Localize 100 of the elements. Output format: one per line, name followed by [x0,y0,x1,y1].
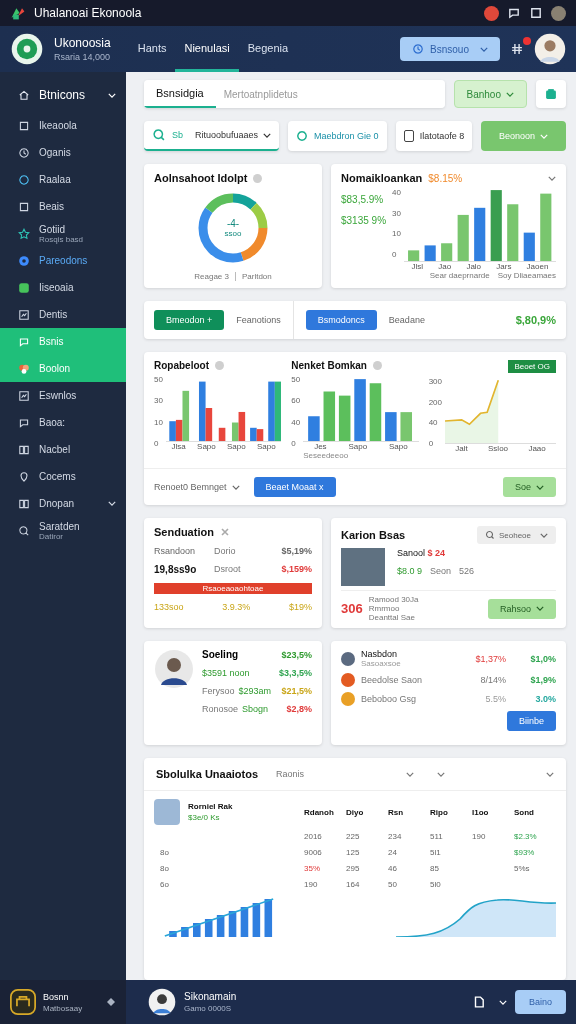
sidebar-item[interactable]: Beais [0,193,126,220]
sidebar-item[interactable]: Oganis [0,139,126,166]
chart-icon [18,308,30,321]
row-label: 6o [160,880,169,889]
footer-subtitle: Matbosaay [43,1003,83,1013]
card-title: Nomaikloankan [341,172,423,184]
circle-icon [18,254,30,267]
row-label: Ferysoo [202,686,235,696]
range-dropdown[interactable]: Renoet0 Bemnget [154,482,240,492]
avatar-icon[interactable] [148,988,176,1016]
column-header: Rsn [388,807,405,817]
search-dropdown[interactable]: Seoheoe [476,526,556,544]
sidebar-item[interactable]: Baoa: [0,409,126,436]
nav-tab[interactable]: Hants [128,26,176,72]
star-icon [18,227,30,240]
table-cell-text: 50 [388,880,398,889]
product-thumbnail [154,799,180,825]
item-value: $1,0% [529,653,556,664]
checkbox-label: Ilatotaofe 8 [419,131,465,141]
table-cell-text: 190 [472,832,487,841]
table-cell-text: 35% [304,864,321,873]
axis-label: 0 [392,249,398,259]
axis-label: 50 [154,375,163,384]
axis-label: Sapo [257,442,276,451]
avatar-icon[interactable] [534,33,566,65]
sidebar-item[interactable]: Pareodons [0,247,126,274]
search-field[interactable]: Mertoatnplidetus [215,80,445,108]
search-tab[interactable]: Bsnsidgia [144,80,216,108]
book-icon [18,497,30,510]
primary-button[interactable]: Bmeodon + [154,310,225,330]
square-icon[interactable] [529,6,543,20]
axis-label: 200 [428,397,442,407]
row-detail: Sbogn [242,704,269,714]
primary-button[interactable]: Beaet Moaat x [253,477,336,497]
table-cell-text: 295 [346,864,361,873]
action-button[interactable]: Baino [514,990,566,1014]
row-label: Ronosoe [202,704,239,714]
app-title: Uhalanoai Ekonoola [34,6,142,20]
change-value: $1,37% [474,653,506,664]
axis-label: 40 [428,418,439,428]
change-value: $8.15% [428,172,463,184]
sidebar-item[interactable]: Iiseoaia [0,274,126,301]
secondary-button[interactable]: Soe [503,477,556,497]
table-cell-text: $93% [514,848,536,857]
avatar-icon [154,649,194,689]
axis-label: Jlsa [171,442,186,451]
nav-tab[interactable]: Begenia [238,26,298,72]
table-cell-text: 234 [388,832,403,841]
axis-label: Jlsl [411,262,424,271]
filter-label[interactable]: Raonis [276,769,305,779]
filter-button[interactable]: Banhoo [453,80,527,108]
chart-title: Ropabeloot [154,360,209,371]
sidebar-item[interactable]: Cocems [0,463,126,490]
product-price: $3e/0 Ks [188,813,221,822]
sidebar-item[interactable]: Dnopan [0,490,126,517]
diamond-icon[interactable] [106,997,116,1007]
sidebar-item[interactable]: Nacbel [0,436,126,463]
axis-label: Jalt [455,444,468,453]
sidebar-item[interactable]: Ikeaoola [0,112,126,139]
column-header: I1oo [472,807,490,817]
total-value: 3.9.3% [222,602,251,612]
sidebar-item[interactable]: Gotiid Rosqis basd [0,220,126,247]
sidebar-item[interactable]: Btnicons [0,78,126,112]
category-dropdown[interactable]: Rituoobufuaaes [195,130,272,140]
hash-icon[interactable] [510,42,524,56]
stat-value: $8.0 9 [397,566,423,576]
action-button[interactable]: Biinbe [506,711,556,731]
axis-label: Sapo [227,442,246,451]
status-label: Maebdron Gie 0 [314,131,379,141]
secondary-button[interactable]: Bsmodoncs [305,310,377,330]
search-filter[interactable]: Sb Rituoobufuaaes [144,121,280,151]
sidebar-item[interactable]: Eswnlos [0,382,126,409]
checkbox[interactable] [403,130,414,142]
pin-icon [18,470,30,483]
ring-icon [296,130,309,142]
action-button[interactable]: Rahsoo [487,598,556,619]
nav-tab[interactable]: Nienulasi [175,26,239,72]
photo-placeholder [341,548,385,586]
sidebar-item[interactable]: Raalaa [0,166,126,193]
sidebar-item[interactable]: Dentis [0,301,126,328]
chat-icon[interactable] [507,6,521,20]
table-cell-text: 164 [346,880,361,889]
table-cell-text: 5l0 [430,880,442,889]
progress-label: Rsaoeaoaohtoae [201,583,265,594]
axis-label: 40 [291,417,301,427]
checkbox-filter[interactable]: Ilatotaofe 8 [395,121,473,151]
action-button[interactable]: Bsnsouo [400,37,500,61]
column-header: Sond [514,807,535,817]
row-value: $21,5% [281,686,312,696]
axis-label: 60 [291,396,301,406]
sidebar-item[interactable]: Saratden Datiror [0,517,126,544]
card-title: Senduation [154,526,214,538]
axis-label: 0 [291,439,297,448]
square-icon [18,119,30,132]
axis-label: Jars [496,262,512,271]
status-filter[interactable]: Maebdron Gie 0 [288,121,387,151]
calendar-button[interactable] [536,80,566,108]
item-subtitle: Sasoaxsoe [361,659,401,668]
axis-label: Jaoen [526,262,549,271]
detail-text: Deanttal Sae [368,613,416,622]
